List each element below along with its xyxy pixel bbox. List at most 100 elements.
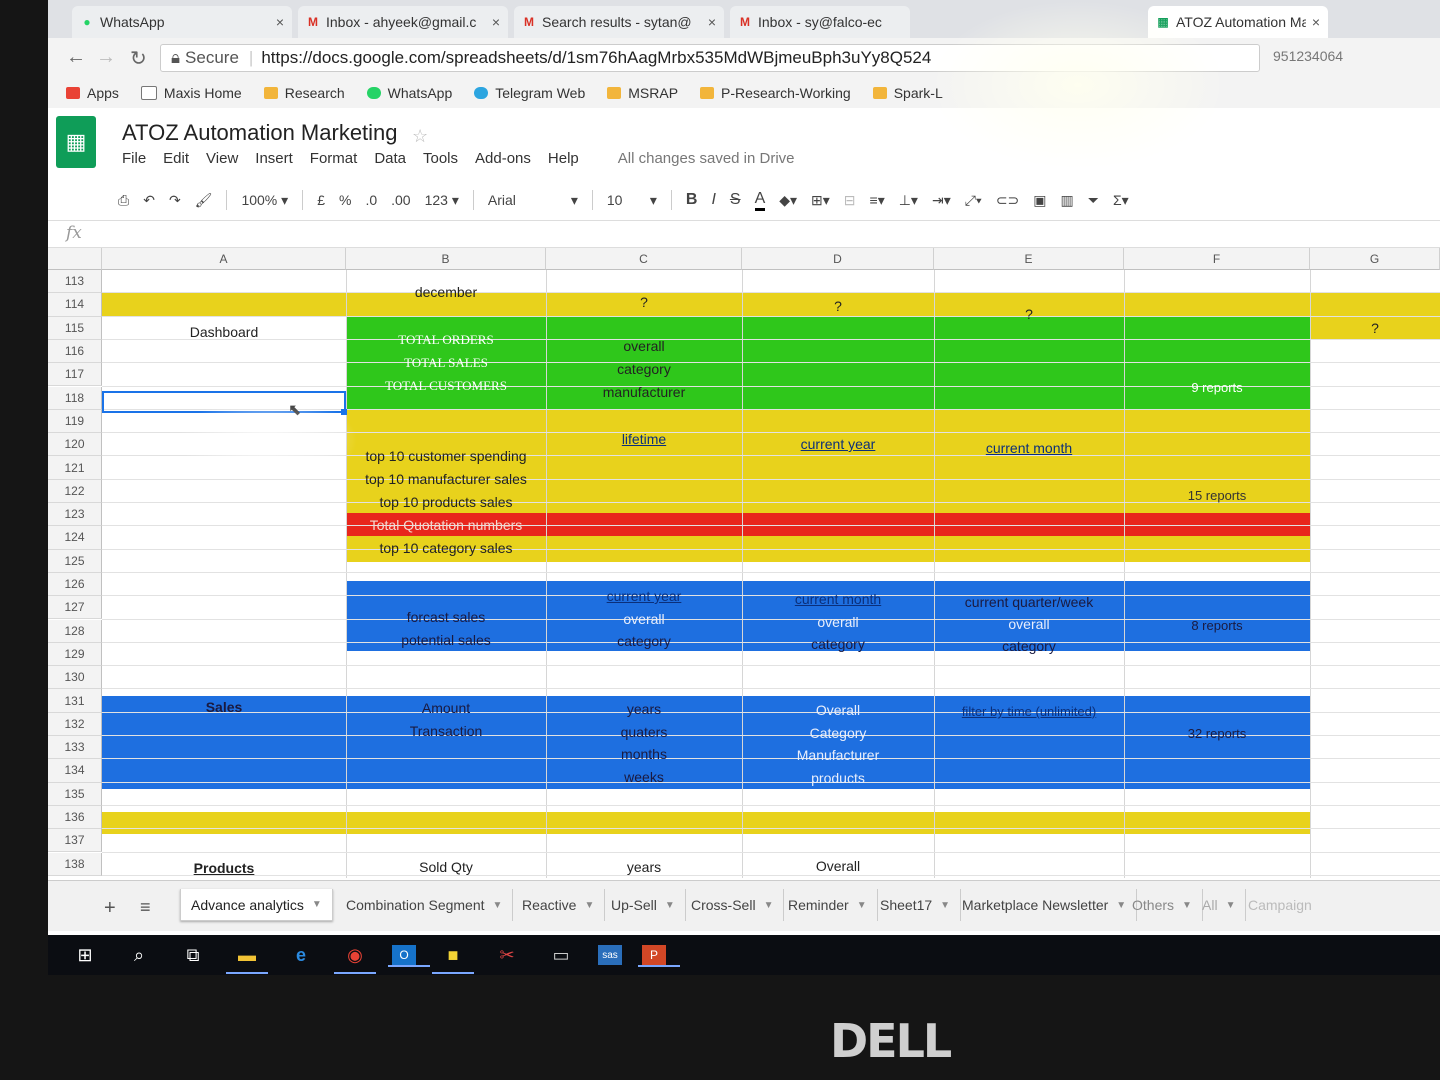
cell-f127[interactable]: 8 reports [1124,618,1310,633]
cell-f117[interactable]: 9 reports [1124,380,1310,395]
cell-c134[interactable]: weeks [546,769,742,785]
cell-d134[interactable]: products [742,770,934,786]
back-icon[interactable]: ← [66,46,86,69]
chevron-down-icon[interactable]: ▼ [764,900,774,911]
cell-d138[interactable]: Overall [742,858,934,874]
insert-comment-icon[interactable]: ▣ [1033,192,1046,209]
horizontal-align-icon[interactable]: ≡▾ [870,192,885,209]
cell-c131[interactable]: years [546,701,742,717]
cell-a138[interactable]: Products [102,860,346,876]
increase-decimal-button[interactable]: .00 [391,192,410,208]
bookmark-maxis-home[interactable]: Maxis Home [140,85,242,101]
browser-tab-search-results[interactable]: M Search results - sytan@ × [514,6,724,38]
row-header-135[interactable]: 135 [48,782,102,806]
column-header-a[interactable]: A [102,248,346,270]
cell-d128[interactable]: category [742,636,934,652]
browser-tab-inbox-falco[interactable]: M Inbox - sy@falco-ec [730,6,910,38]
cell-e114[interactable]: ? [934,306,1124,322]
sheet-tab-cross-sell[interactable]: Cross-Sell ▼ [681,889,785,921]
cell-b123[interactable]: Total Quotation numbers [346,517,546,533]
chevron-down-icon[interactable]: ▼ [312,899,322,910]
cell-b117[interactable]: TOTAL SALES [346,355,546,371]
cell-a131[interactable]: Sales [102,699,346,715]
row-header-119[interactable]: 119 [48,409,102,434]
row-header-137[interactable]: 137 [48,829,102,853]
font-select[interactable]: Arial ▾ [488,192,578,209]
sheet-tab-reminder[interactable]: Reminder ▼ [778,889,878,921]
forward-icon[interactable]: → [96,46,116,69]
terminal-icon[interactable]: ▭ [544,938,578,972]
font-size-select[interactable]: 10 ▾ [607,192,657,209]
cell-c132[interactable]: quaters [546,724,742,740]
cell-b132[interactable]: Transaction [346,723,546,739]
cell-c120[interactable]: lifetime [546,431,742,447]
cell-c117[interactable]: category [546,361,742,377]
file-explorer-icon[interactable]: ▬ [226,938,268,974]
row-header-131[interactable]: 131 [48,689,102,713]
cell-c116[interactable]: overall [546,338,742,354]
cell-c126[interactable]: current year [546,588,742,604]
strikethrough-button[interactable]: S [730,191,741,209]
row-header-136[interactable]: 136 [48,805,102,830]
cell-d127[interactable]: overall [742,614,934,630]
zoom-select[interactable]: 100% ▾ [241,192,288,209]
text-wrap-icon[interactable]: ⇥▾ [932,192,951,209]
select-all-corner[interactable] [48,248,102,270]
row-header-113[interactable]: 113 [48,270,102,294]
cell-b121[interactable]: top 10 manufacturer sales [346,471,546,487]
reload-icon[interactable]: ↻ [130,46,147,71]
cell-e131[interactable]: filter by time (unlimited) [934,704,1124,719]
bookmark-msrap[interactable]: MSRAP [607,85,678,101]
cell-c133[interactable]: months [546,746,742,762]
italic-button[interactable]: I [711,191,715,209]
sheet-tab-others[interactable]: Others ▼ [1122,889,1203,921]
chevron-down-icon[interactable]: ▼ [857,900,867,911]
text-rotation-icon[interactable]: ⤢▾ [965,192,982,209]
chevron-down-icon[interactable]: ▼ [493,900,503,911]
cell-d120[interactable]: current year [742,436,934,452]
row-header-116[interactable]: 116 [48,339,102,364]
merge-cells-icon[interactable]: ⊟ [844,192,856,209]
menu-file[interactable]: File [122,150,146,167]
cell-e128[interactable]: category [934,638,1124,654]
bookmark-apps[interactable]: Apps [66,85,119,101]
column-header-d[interactable]: D [742,248,934,270]
chrome-icon[interactable]: ◉ [334,938,376,974]
chevron-down-icon[interactable]: ▼ [940,900,950,911]
close-icon[interactable]: × [492,14,500,30]
cell-c138[interactable]: years [546,859,742,875]
edge-icon[interactable]: e [284,938,318,972]
row-header-126[interactable]: 126 [48,572,102,597]
snipping-tool-icon[interactable]: ✂ [490,938,524,972]
row-header-120[interactable]: 120 [48,433,102,457]
star-icon[interactable]: ☆ [412,126,428,147]
row-header-128[interactable]: 128 [48,619,102,643]
row-header-124[interactable]: 124 [48,526,102,550]
menu-help[interactable]: Help [548,150,579,167]
row-header-134[interactable]: 134 [48,759,102,783]
cell-b128[interactable]: potential sales [346,632,546,648]
cell-b131[interactable]: Amount [346,700,546,716]
column-header-e[interactable]: E [934,248,1124,270]
menu-tools[interactable]: Tools [423,150,458,167]
decrease-decimal-button[interactable]: .0 [365,192,377,208]
cell-b122[interactable]: top 10 products sales [346,494,546,510]
redo-icon[interactable]: ↷ [169,192,181,209]
search-icon[interactable]: ⌕ [122,938,156,972]
menu-format[interactable]: Format [310,150,358,167]
insert-chart-icon[interactable]: ▥ [1061,192,1074,209]
cell-g115[interactable]: ? [1310,320,1440,336]
cell-c127[interactable]: overall [546,611,742,627]
browser-tab-inbox[interactable]: M Inbox - ahyeek@gmail.c × [298,6,508,38]
sheet-tab-advance-analytics[interactable]: Advance analytics ▼ [180,889,333,921]
row-header-115[interactable]: 115 [48,316,102,340]
close-icon[interactable]: × [1312,14,1320,30]
row-header-129[interactable]: 129 [48,642,102,667]
cell-b120[interactable]: top 10 customer spending [346,448,546,464]
formula-bar[interactable]: fx [48,220,1440,248]
cell-d132[interactable]: Category [742,725,934,741]
cell-d114[interactable]: ? [742,298,934,314]
cell-d133[interactable]: Manufacturer [742,747,934,763]
row-header-125[interactable]: 125 [48,549,102,573]
cell-e127[interactable]: overall [934,616,1124,632]
